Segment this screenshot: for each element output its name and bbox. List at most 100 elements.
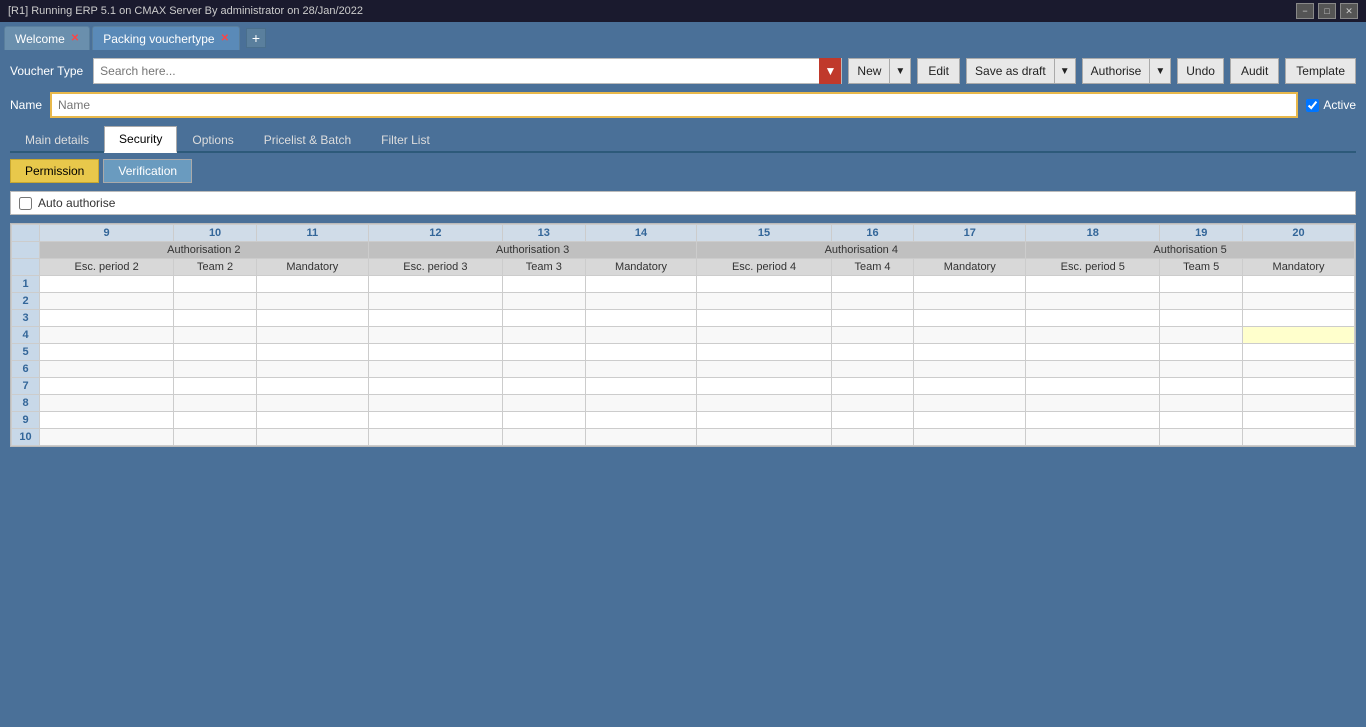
grid-cell[interactable] <box>585 344 697 361</box>
grid-cell[interactable] <box>174 276 257 293</box>
grid-cell[interactable] <box>40 412 174 429</box>
grid-cell[interactable] <box>368 310 502 327</box>
grid-cell[interactable] <box>1160 429 1243 446</box>
grid-cell[interactable] <box>174 310 257 327</box>
grid-cell[interactable] <box>368 276 502 293</box>
grid-cell[interactable] <box>914 378 1026 395</box>
grid-cell[interactable] <box>831 378 914 395</box>
grid-cell[interactable] <box>1243 344 1355 361</box>
grid-cell[interactable] <box>368 429 502 446</box>
authorise-button[interactable]: Authorise <box>1082 58 1150 84</box>
grid-cell[interactable] <box>174 412 257 429</box>
grid-cell[interactable] <box>256 276 368 293</box>
restore-button[interactable]: □ <box>1318 3 1336 19</box>
grid-cell[interactable] <box>831 429 914 446</box>
grid-cell[interactable] <box>1160 293 1243 310</box>
grid-cell[interactable] <box>1160 276 1243 293</box>
grid-cell[interactable] <box>585 429 697 446</box>
grid-cell[interactable] <box>174 361 257 378</box>
grid-cell[interactable] <box>1243 429 1355 446</box>
grid-cell[interactable] <box>1026 395 1160 412</box>
grid-cell[interactable] <box>40 276 174 293</box>
grid-cell[interactable] <box>40 310 174 327</box>
grid-cell[interactable] <box>502 412 585 429</box>
grid-cell[interactable] <box>697 310 831 327</box>
grid-cell[interactable] <box>585 395 697 412</box>
grid-cell[interactable] <box>1026 276 1160 293</box>
grid-cell[interactable] <box>40 361 174 378</box>
search-input[interactable] <box>94 62 819 80</box>
grid-cell[interactable] <box>174 344 257 361</box>
grid-cell[interactable] <box>256 293 368 310</box>
search-dropdown-button[interactable]: ▼ <box>819 58 841 84</box>
grid-cell[interactable] <box>831 327 914 344</box>
grid-cell[interactable] <box>368 344 502 361</box>
grid-cell[interactable] <box>1243 276 1355 293</box>
grid-cell[interactable] <box>256 395 368 412</box>
grid-cell[interactable] <box>697 327 831 344</box>
grid-cell[interactable] <box>40 293 174 310</box>
grid-cell[interactable] <box>40 327 174 344</box>
grid-cell[interactable] <box>1026 378 1160 395</box>
grid-cell[interactable] <box>697 344 831 361</box>
grid-cell[interactable] <box>585 293 697 310</box>
grid-cell[interactable] <box>502 327 585 344</box>
grid-cell[interactable] <box>914 276 1026 293</box>
grid-cell[interactable] <box>1243 378 1355 395</box>
grid-cell[interactable] <box>1160 378 1243 395</box>
grid-cell[interactable] <box>1243 395 1355 412</box>
grid-cell[interactable] <box>368 327 502 344</box>
grid-cell[interactable] <box>1160 361 1243 378</box>
grid-cell[interactable] <box>256 429 368 446</box>
undo-button[interactable]: Undo <box>1177 58 1224 84</box>
auto-authorise-checkbox[interactable] <box>19 197 32 210</box>
grid-cell[interactable] <box>831 412 914 429</box>
grid-cell[interactable] <box>831 361 914 378</box>
grid-cell[interactable] <box>697 361 831 378</box>
grid-cell[interactable] <box>174 327 257 344</box>
grid-cell[interactable] <box>256 361 368 378</box>
grid-cell[interactable] <box>174 293 257 310</box>
grid-cell[interactable] <box>831 276 914 293</box>
grid-cell[interactable] <box>40 429 174 446</box>
grid-cell[interactable] <box>40 395 174 412</box>
grid-cell[interactable] <box>1160 310 1243 327</box>
grid-cell[interactable] <box>368 395 502 412</box>
tab-main-details[interactable]: Main details <box>10 127 104 153</box>
close-button[interactable]: ✕ <box>1340 3 1358 19</box>
grid-cell[interactable] <box>1026 344 1160 361</box>
grid-cell[interactable] <box>585 276 697 293</box>
grid-cell[interactable] <box>256 327 368 344</box>
grid-cell[interactable] <box>914 344 1026 361</box>
grid-cell[interactable] <box>1026 327 1160 344</box>
new-button[interactable]: New <box>848 58 889 84</box>
grid-cell[interactable] <box>1160 412 1243 429</box>
grid-cell[interactable] <box>1026 412 1160 429</box>
grid-cell[interactable] <box>585 412 697 429</box>
template-button[interactable]: Template <box>1285 58 1356 84</box>
grid-cell[interactable] <box>256 412 368 429</box>
grid-cell[interactable] <box>697 395 831 412</box>
grid-cell[interactable] <box>831 293 914 310</box>
grid-cell[interactable] <box>914 293 1026 310</box>
grid-cell[interactable] <box>914 361 1026 378</box>
new-dropdown-button[interactable]: ▼ <box>889 58 911 84</box>
grid-cell[interactable] <box>1243 361 1355 378</box>
grid-cell[interactable] <box>174 378 257 395</box>
active-checkbox[interactable] <box>1306 99 1319 112</box>
grid-cell[interactable] <box>174 395 257 412</box>
grid-cell[interactable] <box>256 310 368 327</box>
grid-cell[interactable] <box>585 310 697 327</box>
tab-packing[interactable]: Packing vouchertype ✕ <box>92 26 240 50</box>
grid-cell[interactable] <box>1243 412 1355 429</box>
grid-cell[interactable] <box>1026 429 1160 446</box>
grid-cell[interactable] <box>914 412 1026 429</box>
grid-cell[interactable] <box>585 361 697 378</box>
grid-cell[interactable] <box>585 327 697 344</box>
grid-cell[interactable] <box>368 378 502 395</box>
grid-cell[interactable] <box>697 412 831 429</box>
grid-cell[interactable] <box>40 378 174 395</box>
grid-cell[interactable] <box>256 344 368 361</box>
grid-cell[interactable] <box>585 378 697 395</box>
save-draft-button[interactable]: Save as draft <box>966 58 1054 84</box>
